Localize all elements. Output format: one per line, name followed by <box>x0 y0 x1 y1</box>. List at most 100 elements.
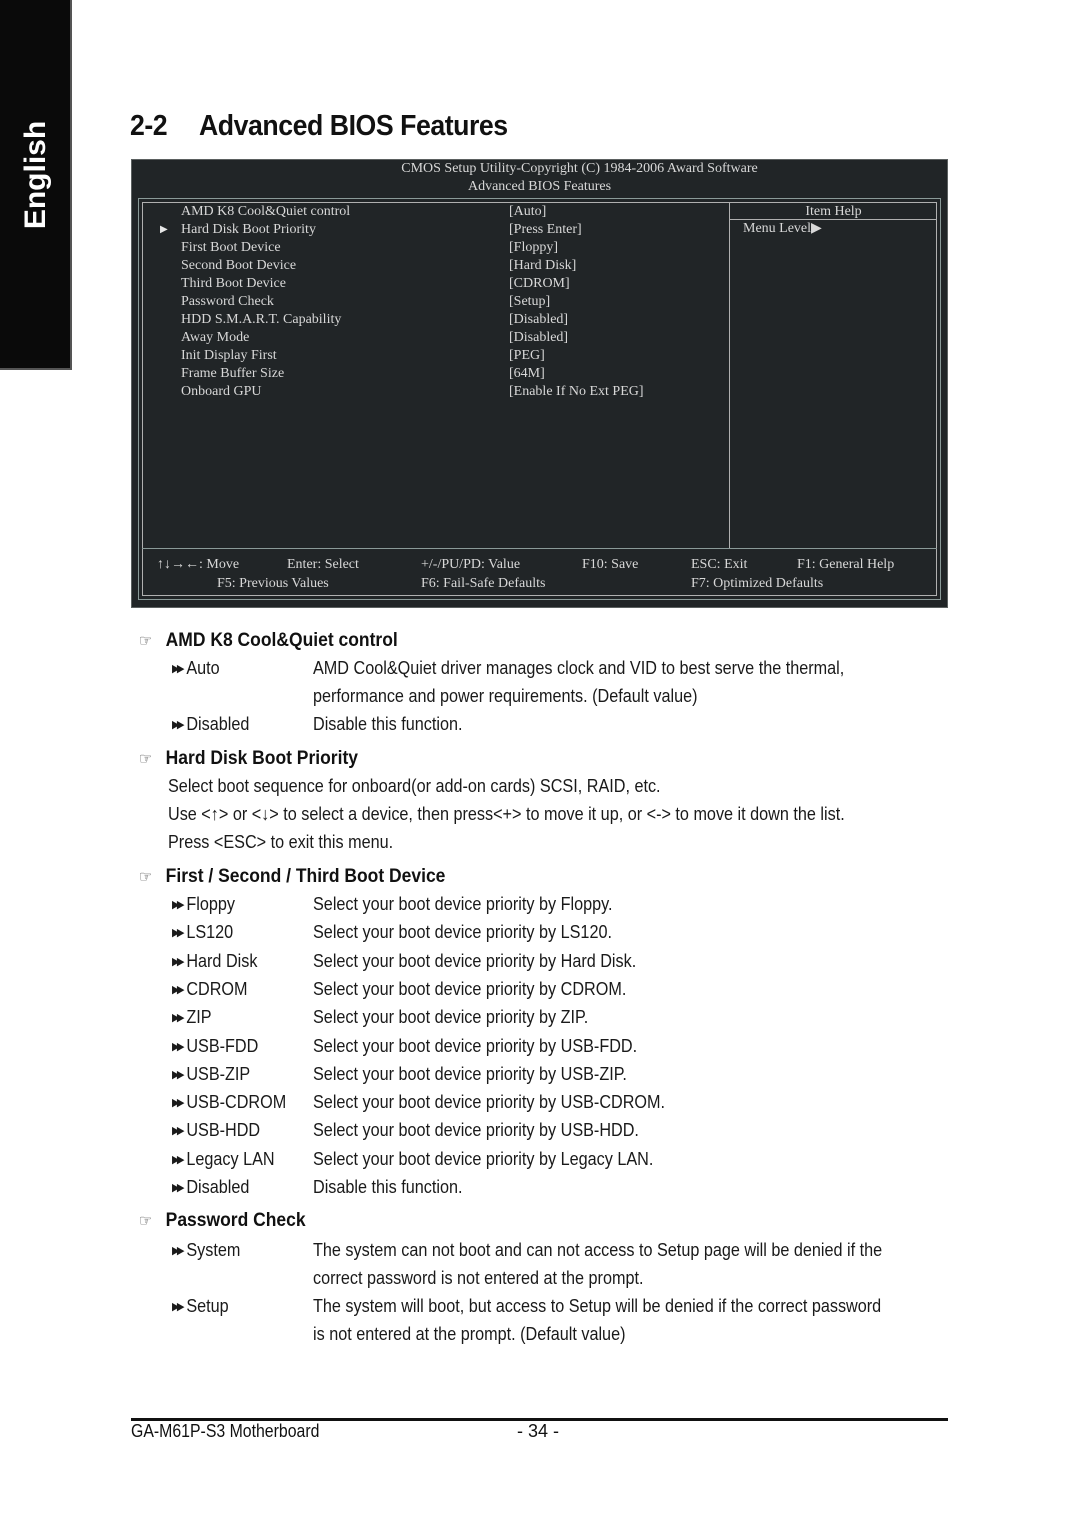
pointing-hand-icon: ☞ <box>139 1213 153 1230</box>
boot-option: ▶▶ Legacy LAN <box>172 1149 275 1170</box>
boot-option-name: USB-ZIP <box>186 1063 251 1084</box>
double-arrow-icon: ▶▶ <box>172 719 185 731</box>
bios-item-value[interactable]: [PEG] <box>509 347 545 365</box>
key-save: F10: Save <box>582 557 639 572</box>
boot-option-desc: Select your boot device priority by USB-… <box>313 1063 627 1084</box>
option-system-desc-cont: correct password is not entered at the p… <box>313 1268 644 1288</box>
item-help-title: Item Help <box>805 204 862 219</box>
boot-option-name: Hard Disk <box>186 950 258 971</box>
double-arrow-icon: ▶▶ <box>172 663 185 675</box>
language-tab: English <box>0 0 72 370</box>
boot-option: ▶▶ USB-HDD <box>172 1120 260 1141</box>
boot-option-desc: Select your boot device priority by Flop… <box>313 894 613 914</box>
bios-item-value[interactable]: [Auto] <box>509 203 546 221</box>
boot-option-desc: Select your boot device priority by Lega… <box>313 1148 654 1169</box>
bios-item-label: Away Mode <box>181 330 250 345</box>
option-auto-desc: AMD Cool&Quiet driver manages clock and … <box>313 658 845 678</box>
section-hdd-priority-title: ☞ Hard Disk Boot Priority <box>139 748 359 769</box>
bios-item-value[interactable]: [Hard Disk] <box>509 257 576 275</box>
boot-option-name: Disabled <box>186 1177 250 1197</box>
section-number: 2-2 <box>130 110 168 142</box>
bios-item-value[interactable]: [Press Enter] <box>509 221 582 239</box>
key-help: F1: General Help <box>797 557 895 572</box>
key-exit: ESC: Exit <box>691 557 748 572</box>
bios-item-label: Frame Buffer Size <box>181 366 285 381</box>
boot-option: ▶▶ Hard Disk <box>172 951 257 972</box>
bios-item-label: Password Check <box>181 294 274 309</box>
double-arrow-icon: ▶▶ <box>172 927 185 940</box>
boot-option-desc: Select your boot device priority by LS12… <box>313 922 612 943</box>
double-arrow-icon: ▶▶ <box>172 1068 185 1081</box>
boot-option-desc: Disable this function. <box>313 1177 463 1197</box>
bios-item-value[interactable]: [CDROM] <box>509 275 570 293</box>
hdd-priority-line: Select boot sequence for onboard(or add-… <box>168 776 661 796</box>
option-auto: ▶▶ Auto <box>172 658 220 678</box>
bios-header-title: Advanced BIOS Features <box>467 179 612 194</box>
double-arrow-icon: ▶▶ <box>172 1245 185 1257</box>
double-arrow-icon: ▶▶ <box>172 983 185 996</box>
bios-item-value[interactable]: [Disabled] <box>509 311 568 329</box>
double-arrow-icon: ▶▶ <box>172 955 185 968</box>
bios-item-value[interactable]: [Disabled] <box>509 329 568 347</box>
pointing-hand-icon: ☞ <box>139 869 153 886</box>
bios-item-label: Onboard GPU <box>181 384 262 399</box>
boot-option: ▶▶ Disabled <box>172 1177 249 1198</box>
bios-item-value[interactable]: [64M] <box>509 365 545 383</box>
item-help-text: Menu Level▶ <box>743 221 822 236</box>
submenu-arrow-icon: ▶ <box>160 224 168 235</box>
boot-option-desc: Select your boot device priority by Hard… <box>313 950 637 971</box>
hdd-priority-line: Use <↑> or <↓> to select a device, then … <box>168 804 845 824</box>
hdd-priority-line: Press <ESC> to exit this menu. <box>168 832 394 852</box>
bios-item-value[interactable]: [Setup] <box>509 293 550 311</box>
option-setup-desc-cont: is not entered at the prompt. (Default v… <box>313 1324 626 1344</box>
boot-option: ▶▶ USB-FDD <box>172 1036 258 1057</box>
boot-option-name: ZIP <box>186 1007 212 1028</box>
double-arrow-icon: ▶▶ <box>172 1301 185 1313</box>
boot-option: ▶▶ ZIP <box>172 1007 212 1028</box>
section-title: Advanced BIOS Features <box>199 110 508 142</box>
section-cool-quiet-title: ☞ AMD K8 Cool&Quiet control <box>139 630 398 651</box>
bios-item-label: Hard Disk Boot Priority <box>181 222 316 237</box>
help-divider <box>729 202 730 549</box>
option-system: ▶▶ System <box>172 1240 241 1260</box>
boot-option: ▶▶ Floppy <box>172 894 235 915</box>
section-boot-device-title: ☞ First / Second / Third Boot Device <box>139 866 446 887</box>
bios-item-label: AMD K8 Cool&Quiet control <box>181 204 351 219</box>
bios-item-value[interactable]: [Enable If No Ext PEG] <box>509 383 644 401</box>
boot-option-name: Legacy LAN <box>186 1148 275 1169</box>
key-move: ↑↓→←: Move <box>157 557 240 572</box>
boot-option-name: Floppy <box>186 894 235 914</box>
footer-product: GA-M61P-S3 Motherboard <box>131 1421 320 1441</box>
boot-option-desc: Select your boot device priority by CDRO… <box>313 978 627 999</box>
double-arrow-icon: ▶▶ <box>172 899 185 911</box>
bios-header-copyright: CMOS Setup Utility-Copyright (C) 1984-20… <box>401 161 758 176</box>
bios-item-label: First Boot Device <box>181 240 281 255</box>
key-value: +/-/PU/PD: Value <box>421 557 521 572</box>
bios-screen: CMOS Setup Utility-Copyright (C) 1984-20… <box>131 159 948 608</box>
bios-item-value[interactable]: [Floppy] <box>509 239 558 257</box>
key-enter: Enter: Select <box>287 557 359 572</box>
boot-option: ▶▶ USB-CDROM <box>172 1092 286 1113</box>
bios-item-label: Second Boot Device <box>181 258 297 273</box>
option-auto-desc-cont: performance and power requirements. (Def… <box>313 686 698 706</box>
bios-item-label: Third Boot Device <box>181 276 286 291</box>
option-setup: ▶▶ Setup <box>172 1296 229 1316</box>
language-tab-label: English <box>19 120 52 230</box>
section-password-check-title: ☞ Password Check <box>139 1210 306 1231</box>
boot-option-name: LS120 <box>186 922 234 943</box>
boot-option-name: CDROM <box>186 978 248 999</box>
boot-option-name: USB-CDROM <box>186 1092 287 1113</box>
key-failsafe: F6: Fail-Safe Defaults <box>421 576 546 591</box>
double-arrow-icon: ▶▶ <box>172 1012 185 1025</box>
double-arrow-icon: ▶▶ <box>172 1097 185 1110</box>
key-previous: F5: Previous Values <box>217 576 329 591</box>
bios-item-label: Init Display First <box>181 348 277 363</box>
footer-page-number: - 34 - <box>517 1421 560 1441</box>
option-setup-desc: The system will boot, but access to Setu… <box>313 1296 882 1316</box>
keys-divider <box>142 548 937 549</box>
pointing-hand-icon: ☞ <box>139 633 153 650</box>
boot-option-name: USB-HDD <box>186 1120 261 1141</box>
page-title: 2-2 Advanced BIOS Features <box>130 110 508 143</box>
pointing-hand-icon: ☞ <box>139 751 153 768</box>
bios-item-label: HDD S.M.A.R.T. Capability <box>181 312 342 327</box>
